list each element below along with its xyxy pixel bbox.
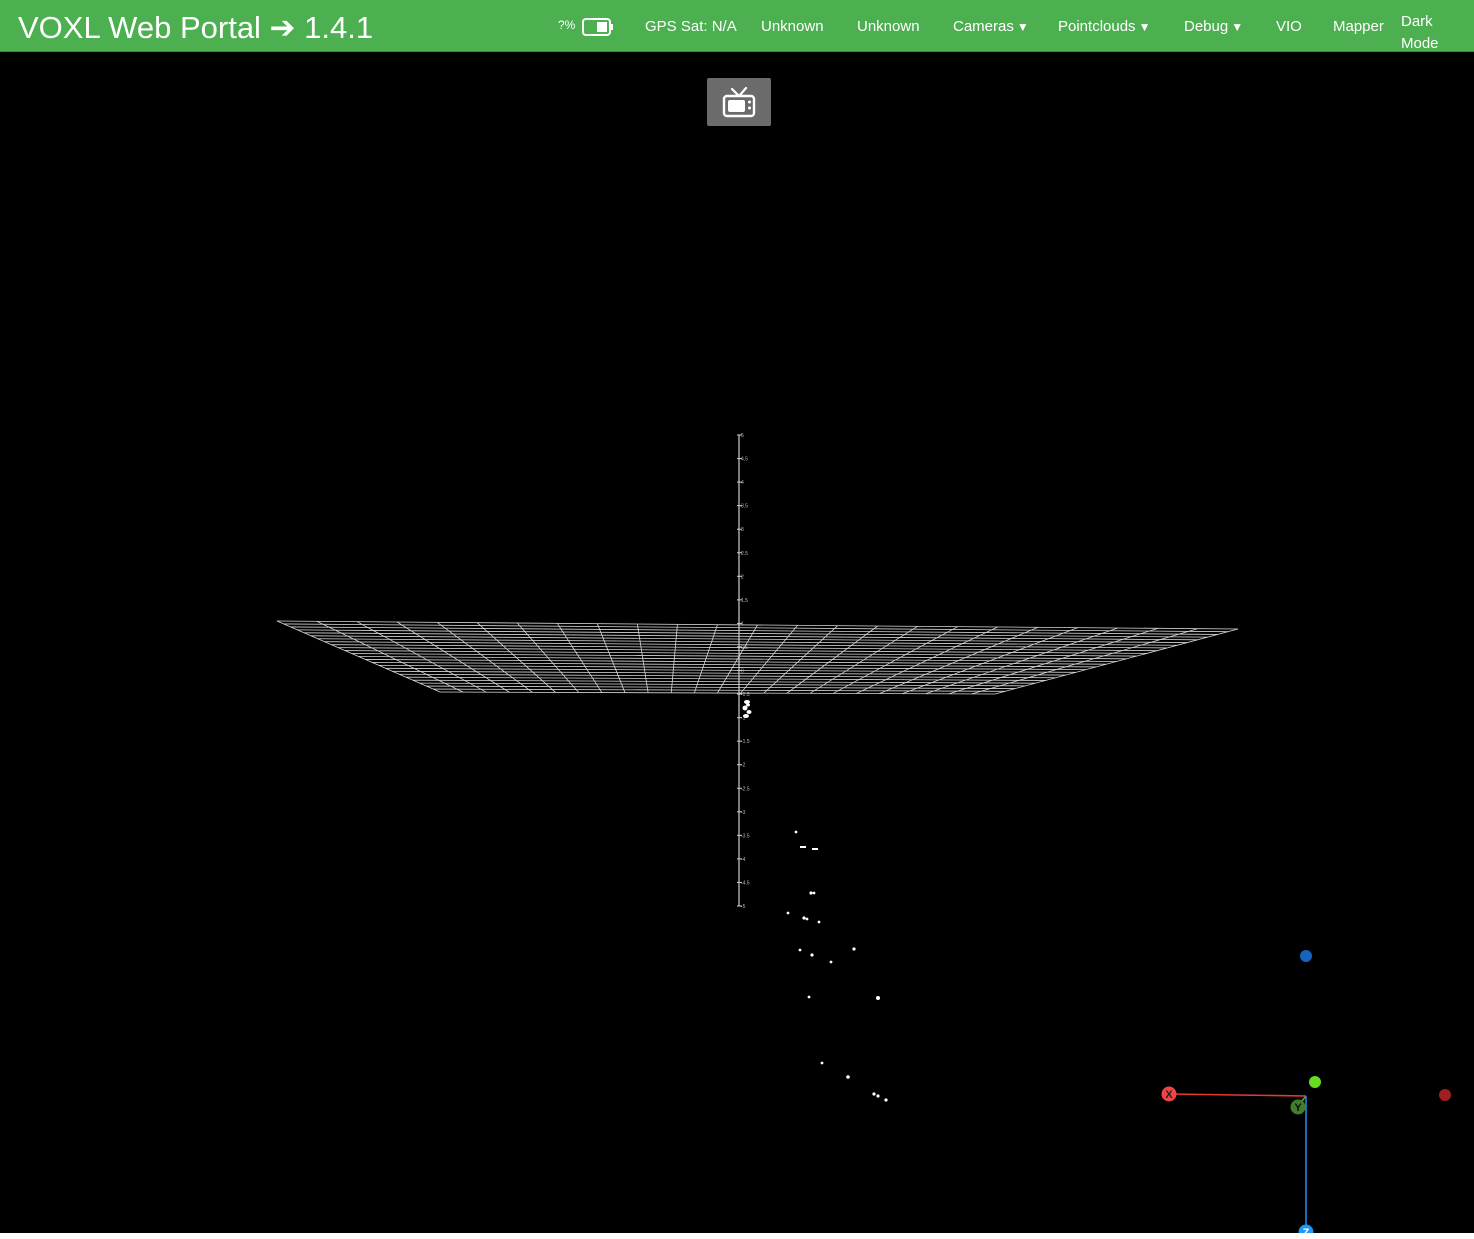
axis-tick-label: -4 <box>741 857 746 863</box>
gps-status: GPS Sat: N/A <box>645 18 737 35</box>
point <box>812 848 818 850</box>
gizmo-neg-z-handle <box>1300 950 1312 962</box>
axis-tick-label: -1.5 <box>741 739 750 745</box>
vehicle-blob-part <box>746 710 752 714</box>
grid-line <box>419 682 1026 687</box>
point <box>829 960 833 964</box>
point <box>800 846 806 848</box>
point <box>807 995 811 999</box>
point <box>876 1094 880 1098</box>
axis-tick-label: -3.5 <box>741 833 750 839</box>
axis-tick-label: 3.5 <box>741 504 748 510</box>
point <box>876 996 880 1000</box>
point <box>794 830 798 834</box>
point <box>810 953 814 957</box>
axis-tick-label: -5 <box>741 904 746 910</box>
axis-tick-label: -2.5 <box>741 786 750 792</box>
bottom-panel-edge <box>0 1233 1474 1239</box>
portal-page: VOXL Web Portal ➔ 1.4.1 ?% GPS Sat: N/A … <box>0 0 1474 1239</box>
menu-cameras[interactable]: Cameras ▼ <box>953 18 1029 36</box>
menu-pointclouds-label: Pointclouds <box>1058 18 1136 35</box>
menu-debug[interactable]: Debug ▼ <box>1184 18 1243 36</box>
axis-tick-label: 2.5 <box>741 551 748 557</box>
pointcloud-points <box>786 830 888 1102</box>
chevron-down-icon: ▼ <box>1016 20 1029 34</box>
axis-tick-label: 2 <box>741 574 744 580</box>
axis-gizmo[interactable]: XYZ <box>1161 950 1452 1239</box>
tv-icon <box>722 86 756 118</box>
gizmo-neg-y-handle <box>1309 1076 1321 1088</box>
axis-tick-label: 4 <box>741 480 744 486</box>
pointcloud-3d-view[interactable]: 54.543.532.521.510.50-0.5-1-1.5-2-2.5-3-… <box>0 52 1474 1239</box>
gizmo-x-line <box>1168 1093 1307 1097</box>
grid-line <box>426 685 1016 689</box>
axis-tick-label: 1 <box>741 621 744 627</box>
chevron-down-icon: ▼ <box>1231 20 1244 34</box>
point <box>798 948 802 952</box>
vehicle-blob-part <box>746 703 750 707</box>
point <box>852 947 856 951</box>
grid-line <box>365 659 1107 665</box>
point <box>884 1098 888 1102</box>
axis-tick-label: -0.5 <box>741 692 750 698</box>
point <box>809 891 813 895</box>
axis-tick-label: 5 <box>741 433 744 439</box>
menu-debug-label: Debug <box>1184 18 1229 35</box>
axis-tick-label: -3 <box>741 810 746 816</box>
top-navbar: VOXL Web Portal ➔ 1.4.1 ?% GPS Sat: N/A … <box>0 0 1474 52</box>
gizmo-y-label: Y <box>1294 1102 1302 1114</box>
battery-percent: ?% <box>558 18 576 32</box>
vertical-axis: 54.543.532.521.510.50-0.5-1-1.5-2-2.5-3-… <box>737 433 750 910</box>
menu-pointclouds[interactable]: Pointclouds ▼ <box>1058 18 1150 36</box>
grid-line <box>406 676 1046 681</box>
axis-tick-label: 1.5 <box>741 598 748 604</box>
axis-tick-label: 0 <box>741 669 744 675</box>
battery-icon <box>582 18 613 36</box>
menu-vio[interactable]: VIO <box>1276 18 1302 36</box>
point <box>820 1061 824 1065</box>
gizmo-x-label: X <box>1165 1089 1173 1101</box>
point <box>872 1092 876 1096</box>
dark-mode-toggle[interactable]: Dark Mode <box>1401 11 1461 55</box>
axis-tick-label: 0.5 <box>741 645 748 651</box>
status-unknown-2: Unknown <box>857 18 920 35</box>
vehicle-marker <box>742 700 752 718</box>
point <box>802 916 806 920</box>
gizmo-neg-x-handle <box>1439 1089 1451 1101</box>
axis-tick-label: -2 <box>741 763 746 769</box>
axis-tick-label: 4.5 <box>741 457 748 463</box>
menu-mapper[interactable]: Mapper <box>1333 18 1384 36</box>
point <box>812 891 816 895</box>
axis-tick-label: 3 <box>741 527 744 533</box>
vehicle-blob-part <box>744 700 750 704</box>
chevron-down-icon: ▼ <box>1138 20 1151 34</box>
point <box>805 917 809 921</box>
point <box>846 1075 850 1079</box>
point <box>817 920 821 924</box>
brand-title[interactable]: VOXL Web Portal ➔ 1.4.1 <box>18 10 373 46</box>
menu-cameras-label: Cameras <box>953 18 1014 35</box>
status-unknown-1: Unknown <box>761 18 824 35</box>
view-mode-button[interactable] <box>707 78 771 126</box>
vehicle-blob-part <box>743 714 749 718</box>
grid-line <box>412 679 1036 684</box>
ground-grid <box>276 620 1239 695</box>
axis-tick-label: -4.5 <box>741 880 750 886</box>
vehicle-blob-part <box>742 705 748 711</box>
point <box>786 911 790 915</box>
